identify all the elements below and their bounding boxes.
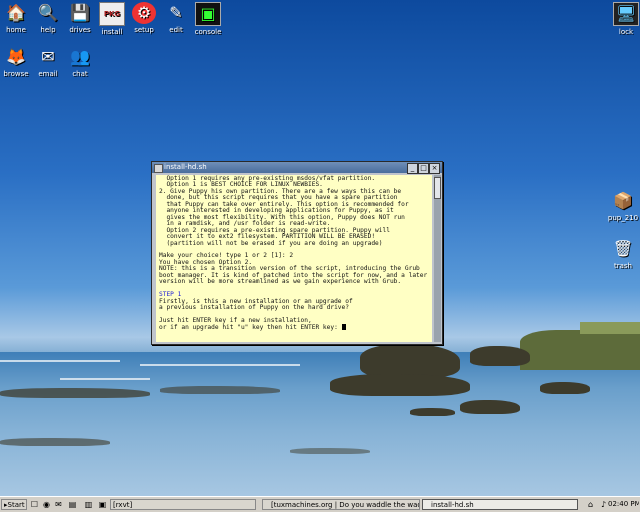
rock [0,388,150,398]
cliff-top [580,322,640,334]
rock [410,408,455,416]
sea-scenery [0,344,640,496]
scrollbar-thumb[interactable] [434,177,441,199]
email-icon: ✉ [41,47,55,66]
browse-icon: 🦊 [6,47,26,66]
console-icon: ▣ [195,2,221,26]
taskbar: ▸Start ☐ ◉ ✉ ▤ ▥ ▣ [rxvt] [tuxmachines.o… [0,496,640,512]
wave-foam [140,364,300,366]
start-label: Start [7,501,25,509]
text-cursor [341,324,346,331]
window-titlebar[interactable]: install-hd.sh _ □ × [152,162,442,174]
package-box-icon: 📦 [613,191,633,210]
console-desktop-icon[interactable]: ▣ console [188,2,228,36]
setup-icon: ⚙ [132,2,156,24]
mail-launcher-icon[interactable]: ✉ [53,499,64,510]
terminal-launcher-icon[interactable]: ▣ [97,499,108,510]
help-icon: 🔍 [38,3,58,22]
trash-icon: 🗑 [612,239,634,258]
task-install-hd-label: install-hd.sh [431,501,474,509]
home-icon: 🏠 [6,3,26,22]
terminal-window[interactable]: install-hd.sh _ □ × Option 1 requires an… [151,161,443,345]
rock [540,382,590,394]
trash-label: trash [614,262,632,270]
rock [360,344,460,378]
edit-icon: ✎ [169,3,183,22]
lock-desktop-icon[interactable]: 🖥 lock [606,2,640,36]
console-label: console [194,28,222,36]
rock [0,438,110,446]
firefox-launcher-icon[interactable]: ◉ [41,499,52,510]
rock [460,400,520,414]
chat-desktop-icon[interactable]: 👥 chat [60,46,100,78]
task-rxvt[interactable]: [rxvt] [110,499,256,510]
task-mozilla-label: [tuxmachines.org | Do you waddle the wad… [271,501,419,509]
wave-foam [60,378,150,380]
terminal-scrollbar[interactable] [434,175,441,342]
close-button[interactable]: × [429,163,440,174]
maximize-button[interactable]: □ [418,163,429,174]
clock-label: 02:40 PM [608,500,639,508]
window-menu-icon[interactable] [154,164,163,173]
terminal-line: version will be more streamlined as we g… [159,278,402,286]
lock-label: lock [618,28,634,36]
desktop-toggle-icon[interactable]: ☐ [29,499,40,510]
task-rxvt-label: [rxvt] [113,501,133,509]
rock [290,448,370,454]
minimize-button[interactable]: _ [407,163,418,174]
chat-icon: 👥 [70,47,90,66]
trash-desktop-icon[interactable]: 🗑 trash [603,238,640,270]
screen-launcher-icon[interactable]: ▤ [67,499,78,510]
desktop-background: 🏠 home 🔍 help 💾 drives PKG install ⚙ setup ✎ edit ▣ c… [0,0,640,496]
rock [330,374,470,396]
task-install-hd[interactable]: install-hd.sh [422,499,578,510]
terminal-output[interactable]: Option 1 requires any pre-existing msdos… [156,175,432,342]
prompt-line[interactable]: or if an upgrade hit "u" key then hit EN… [159,324,429,331]
start-button[interactable]: ▸Start [1,499,27,510]
clock[interactable]: 02:40 PM [608,499,639,510]
drives-icon: 💾 [70,3,90,22]
prompt-text: or if an upgrade hit "u" key then hit EN… [159,324,342,332]
rock [470,346,530,366]
pup-210-label: pup_210 [607,214,639,222]
pup-210-desktop-icon[interactable]: 📦 pup_210 [603,190,640,222]
chat-label: chat [72,70,88,78]
network-tray-icon[interactable]: ⌂ [585,499,596,510]
pager-icon[interactable]: ▥ [83,499,94,510]
monitor-icon: 🖥 [613,2,639,26]
task-mozilla[interactable]: [tuxmachines.org | Do you waddle the wad… [262,499,420,510]
window-title: install-hd.sh [164,163,207,171]
install-icon: PKG [99,2,125,26]
cliff [520,330,640,370]
rock [160,386,280,394]
wave-foam [0,360,120,362]
